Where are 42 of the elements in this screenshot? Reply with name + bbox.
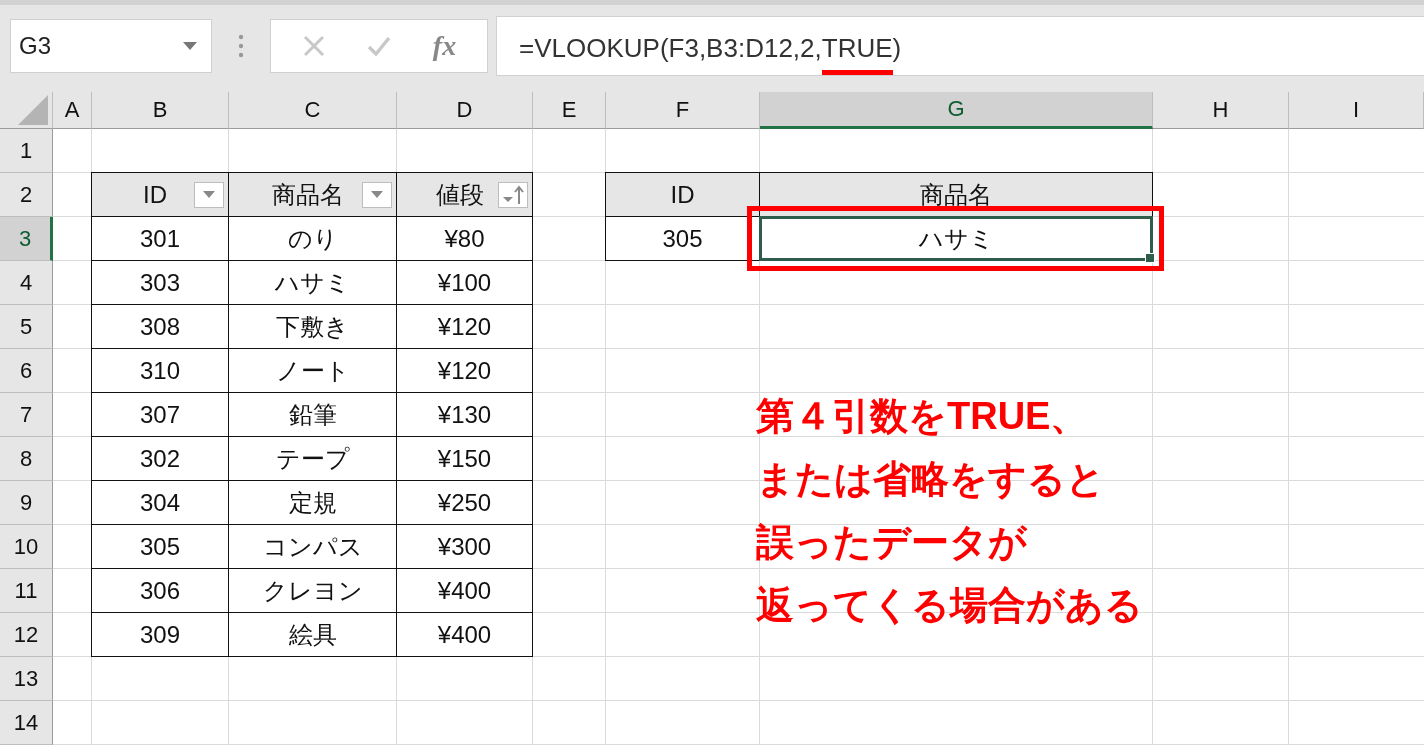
insert-function-button[interactable]: fx bbox=[432, 29, 457, 62]
cell-reference: G3 bbox=[19, 31, 51, 60]
caret-icon[interactable] bbox=[183, 41, 197, 50]
drag-handle-icon[interactable] bbox=[238, 33, 244, 58]
table-cell: 309 bbox=[91, 612, 229, 657]
table-cell: ¥400 bbox=[396, 612, 533, 657]
filter-button[interactable] bbox=[194, 181, 224, 208]
name-box[interactable]: G3 bbox=[10, 18, 212, 73]
column-header[interactable]: E bbox=[533, 92, 606, 129]
table-cell: 305 bbox=[605, 216, 760, 261]
row-header[interactable]: 10 bbox=[0, 525, 53, 569]
table-header-cell: ID bbox=[605, 172, 760, 217]
caret-icon[interactable] bbox=[371, 191, 383, 198]
column-header[interactable]: I bbox=[1289, 92, 1424, 129]
header-label: 商品名 bbox=[271, 179, 344, 210]
row-header[interactable]: 7 bbox=[0, 393, 53, 437]
row-header[interactable]: 12 bbox=[0, 613, 53, 657]
column-header[interactable]: C bbox=[229, 92, 397, 129]
row-header[interactable]: 1 bbox=[0, 129, 53, 173]
column-header[interactable]: G bbox=[760, 92, 1153, 129]
row-header[interactable]: 11 bbox=[0, 569, 53, 613]
row-header[interactable]: 9 bbox=[0, 481, 53, 525]
header-label: ID bbox=[143, 180, 167, 209]
row-header[interactable]: 14 bbox=[0, 701, 53, 745]
row-header[interactable]: 8 bbox=[0, 437, 53, 481]
fill-handle[interactable] bbox=[1145, 253, 1155, 263]
header-label: 値段 bbox=[435, 179, 484, 210]
caret-icon[interactable] bbox=[203, 191, 215, 198]
row-header[interactable]: 2 bbox=[0, 173, 53, 217]
row-header[interactable]: 5 bbox=[0, 305, 53, 349]
column-header[interactable]: D bbox=[397, 92, 533, 129]
column-header[interactable]: B bbox=[92, 92, 229, 129]
formula-field[interactable]: =VLOOKUP(F3,B3:D12,2,TRUE) bbox=[496, 15, 1424, 76]
column-header[interactable]: F bbox=[606, 92, 760, 129]
column-header[interactable]: H bbox=[1153, 92, 1289, 129]
column-header[interactable]: A bbox=[53, 92, 92, 129]
row-header[interactable]: 13 bbox=[0, 657, 53, 701]
row-header[interactable]: 3 bbox=[0, 217, 53, 261]
annotation-text: 第４引数をTRUE、 または省略をすると 誤ったデータが 返ってくる場合がある bbox=[756, 394, 1143, 628]
row-header[interactable]: 4 bbox=[0, 261, 53, 305]
row-header[interactable]: 6 bbox=[0, 349, 53, 393]
filter-button[interactable] bbox=[362, 181, 392, 208]
